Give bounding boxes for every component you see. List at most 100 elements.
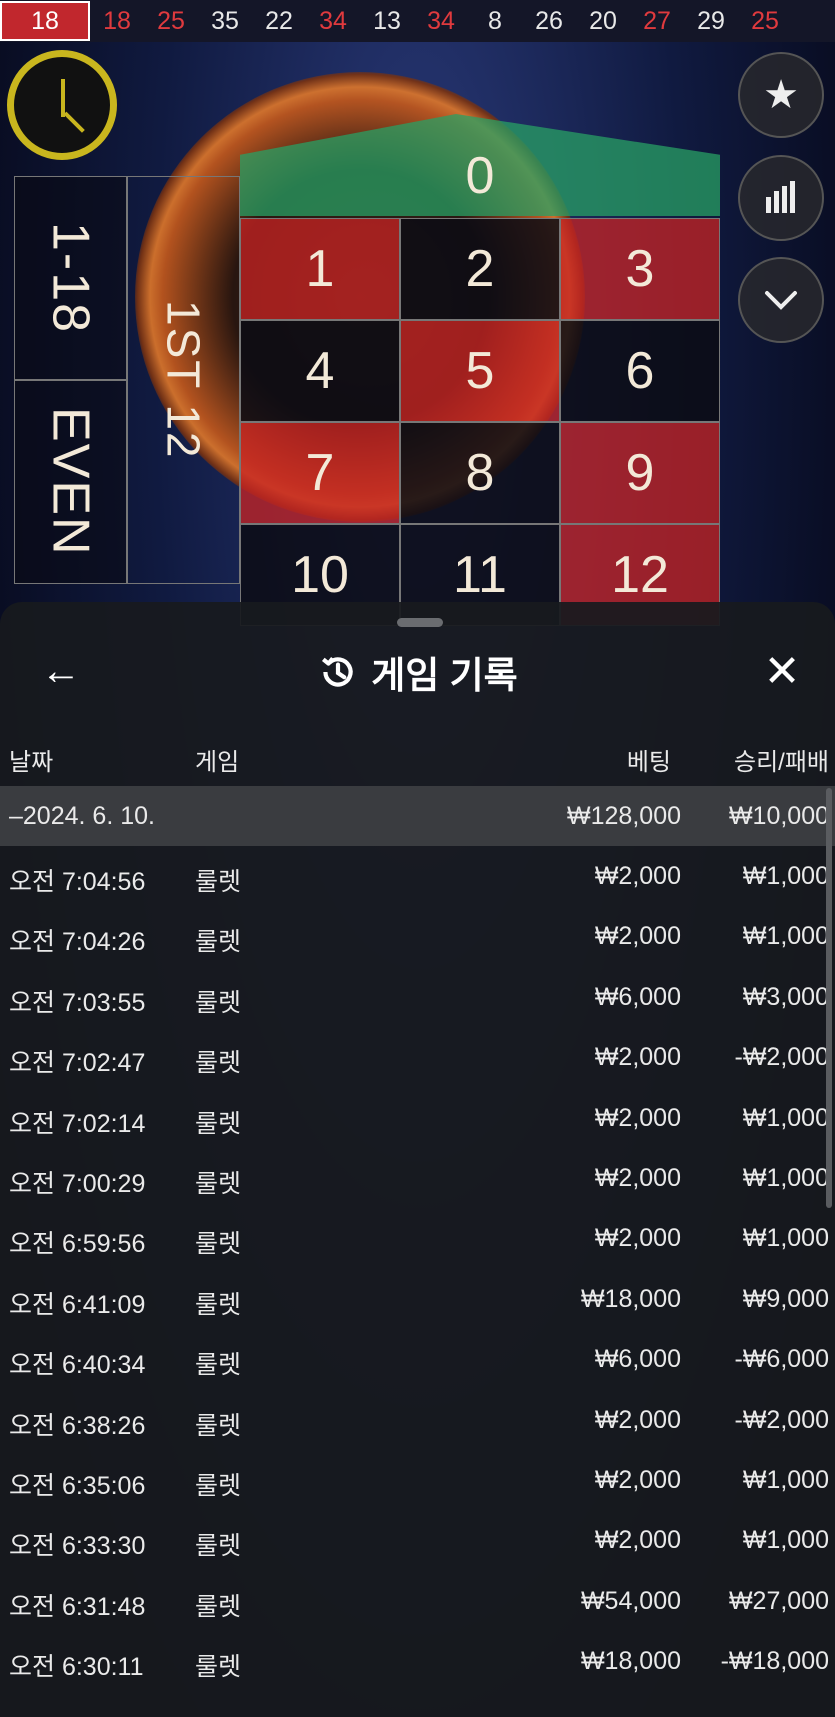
history-icon bbox=[322, 657, 353, 687]
row-bet: ₩2,000 bbox=[594, 922, 681, 951]
bet-cell-number[interactable]: 2 bbox=[400, 218, 560, 320]
column-headers: 날짜 게임 베팅 승리/패배 bbox=[0, 732, 835, 782]
summary-result: ₩10,000 bbox=[728, 802, 829, 830]
close-button[interactable]: ✕ bbox=[752, 642, 812, 702]
summary-bet: ₩128,000 bbox=[567, 802, 681, 830]
history-number: 25 bbox=[751, 7, 779, 35]
row-bet: ₩18,000 bbox=[580, 1647, 681, 1676]
row-time: 오전 7:04:26 bbox=[9, 928, 146, 957]
row-bet: ₩2,000 bbox=[594, 1224, 681, 1253]
history-row[interactable]: 오전 6:35:06 룰렛 ₩2,000 ₩1,000 bbox=[0, 1450, 835, 1510]
row-time: 오전 7:02:47 bbox=[9, 1049, 146, 1078]
bet-cell-number[interactable]: 8 bbox=[400, 422, 560, 524]
row-result: ₩27,000 bbox=[728, 1586, 829, 1615]
row-bet: ₩2,000 bbox=[594, 862, 681, 890]
history-row[interactable]: 오전 7:02:47 룰렛 ₩2,000 -₩2,000 bbox=[0, 1027, 835, 1087]
row-game: 룰렛 bbox=[195, 1592, 242, 1621]
history-number: 8 bbox=[488, 7, 502, 35]
row-game: 룰렛 bbox=[195, 1351, 242, 1380]
row-result: -₩2,000 bbox=[734, 1405, 829, 1434]
col-result: 승리/패배 bbox=[734, 749, 829, 776]
bet-1-18-label: 1-18 bbox=[41, 221, 100, 335]
row-time: 오전 6:30:11 bbox=[9, 1653, 144, 1682]
history-row[interactable]: 오전 6:41:09 룰렛 ₩18,000 ₩9,000 bbox=[0, 1269, 835, 1329]
history-row[interactable]: 오전 6:38:26 룰렛 ₩2,000 -₩2,000 bbox=[0, 1390, 835, 1450]
history-number: 26 bbox=[535, 7, 563, 35]
row-game: 룰렛 bbox=[195, 988, 242, 1017]
bet-1st-dozen-label: 1ST 12 bbox=[157, 300, 210, 460]
history-row[interactable]: 오전 6:40:34 룰렛 ₩6,000 -₩6,000 bbox=[0, 1329, 835, 1389]
row-game: 룰렛 bbox=[195, 868, 242, 896]
bet-cell-number[interactable]: 3 bbox=[560, 218, 720, 320]
row-bet: ₩18,000 bbox=[580, 1284, 681, 1313]
bet-cell-number[interactable]: 5 bbox=[400, 320, 560, 422]
scrollbar[interactable] bbox=[826, 788, 832, 1208]
history-number: 25 bbox=[157, 7, 185, 35]
history-row[interactable]: 오전 7:04:26 룰렛 ₩2,000 ₩1,000 bbox=[0, 906, 835, 966]
chevron-down-icon bbox=[765, 291, 797, 310]
history-number: 34 bbox=[319, 7, 347, 35]
bet-1st-dozen[interactable]: 1ST 12 bbox=[127, 176, 240, 584]
collapse-button[interactable] bbox=[738, 257, 824, 343]
sheet-drag-handle[interactable] bbox=[397, 618, 443, 627]
row-time: 오전 7:03:55 bbox=[9, 988, 146, 1017]
history-row[interactable]: 오전 6:59:56 룰렛 ₩2,000 ₩1,000 bbox=[0, 1208, 835, 1268]
row-game: 룰렛 bbox=[195, 1109, 242, 1138]
bet-cell-number[interactable]: 4 bbox=[240, 320, 400, 422]
summary-date: –2024. 6. 10. bbox=[9, 802, 155, 830]
bet-cell-number[interactable]: 9 bbox=[560, 422, 720, 524]
history-row[interactable]: 오전 6:30:11 룰렛 ₩18,000 -₩18,000 bbox=[0, 1631, 835, 1691]
history-row[interactable]: 오전 7:04:56 룰렛 ₩2,000 ₩1,000 bbox=[0, 846, 835, 906]
bet-cell-number[interactable]: 1 bbox=[240, 218, 400, 320]
history-row[interactable]: 오전 7:03:55 룰렛 ₩6,000 ₩3,000 bbox=[0, 967, 835, 1027]
row-result: ₩1,000 bbox=[742, 862, 829, 890]
summary-row[interactable]: –2024. 6. 10. ₩128,000 ₩10,000 bbox=[0, 786, 835, 846]
row-bet: ₩2,000 bbox=[594, 1526, 681, 1555]
row-time: 오전 7:00:29 bbox=[9, 1170, 146, 1198]
row-bet: ₩2,000 bbox=[594, 1103, 681, 1132]
row-bet: ₩2,000 bbox=[594, 1466, 681, 1494]
history-number: 29 bbox=[697, 7, 725, 35]
row-game: 룰렛 bbox=[195, 1049, 242, 1078]
row-result: ₩9,000 bbox=[742, 1284, 829, 1313]
sheet-header: 게임 기록 bbox=[0, 642, 835, 702]
bar-chart-icon bbox=[766, 181, 795, 213]
sheet-title: 게임 기록 bbox=[371, 655, 518, 696]
bet-cell-number[interactable]: 7 bbox=[240, 422, 400, 524]
latest-result: 18 bbox=[0, 1, 90, 41]
favorite-button[interactable]: ★ bbox=[738, 52, 824, 138]
row-result: ₩1,000 bbox=[742, 1466, 829, 1494]
row-time: 오전 7:04:56 bbox=[9, 868, 146, 896]
row-game: 룰렛 bbox=[195, 1290, 242, 1319]
row-result: -₩2,000 bbox=[734, 1043, 829, 1072]
clock-icon bbox=[7, 50, 117, 160]
row-result: ₩1,000 bbox=[742, 922, 829, 951]
bet-even[interactable]: EVEN bbox=[14, 380, 127, 584]
bet-1-18[interactable]: 1-18 bbox=[14, 176, 127, 380]
history-row[interactable]: 오전 7:02:14 룰렛 ₩2,000 ₩1,000 bbox=[0, 1088, 835, 1148]
row-game: 룰렛 bbox=[195, 1170, 242, 1198]
row-game: 룰렛 bbox=[195, 1472, 242, 1500]
history-number: 20 bbox=[589, 7, 617, 35]
history-row[interactable]: 오전 6:31:48 룰렛 ₩54,000 ₩27,000 bbox=[0, 1571, 835, 1631]
bet-cell-number[interactable]: 6 bbox=[560, 320, 720, 422]
col-date: 날짜 bbox=[9, 749, 54, 776]
row-game: 룰렛 bbox=[195, 1532, 242, 1561]
row-time: 오전 6:59:56 bbox=[9, 1230, 146, 1259]
row-result: ₩3,000 bbox=[742, 982, 829, 1011]
history-number: 18 bbox=[103, 7, 131, 35]
history-number: 35 bbox=[211, 7, 239, 35]
row-game: 룰렛 bbox=[195, 1230, 242, 1259]
row-time: 오전 6:41:09 bbox=[9, 1290, 146, 1319]
row-result: -₩18,000 bbox=[720, 1647, 829, 1676]
star-icon: ★ bbox=[763, 73, 799, 117]
row-bet: ₩2,000 bbox=[594, 1405, 681, 1434]
statistics-button[interactable] bbox=[738, 155, 824, 241]
history-row[interactable]: 오전 7:00:29 룰렛 ₩2,000 ₩1,000 bbox=[0, 1148, 835, 1208]
history-number: 34 bbox=[427, 7, 455, 35]
game-history-sheet: ← 게임 기록 ✕ 날짜 게임 베팅 승리/패배 –2024. 6. 10. ₩… bbox=[0, 602, 835, 1717]
history-row[interactable]: 오전 6:33:30 룰렛 ₩2,000 ₩1,000 bbox=[0, 1510, 835, 1570]
row-bet: ₩2,000 bbox=[594, 1043, 681, 1072]
bet-even-label: EVEN bbox=[41, 407, 100, 557]
row-time: 오전 7:02:14 bbox=[9, 1109, 146, 1138]
